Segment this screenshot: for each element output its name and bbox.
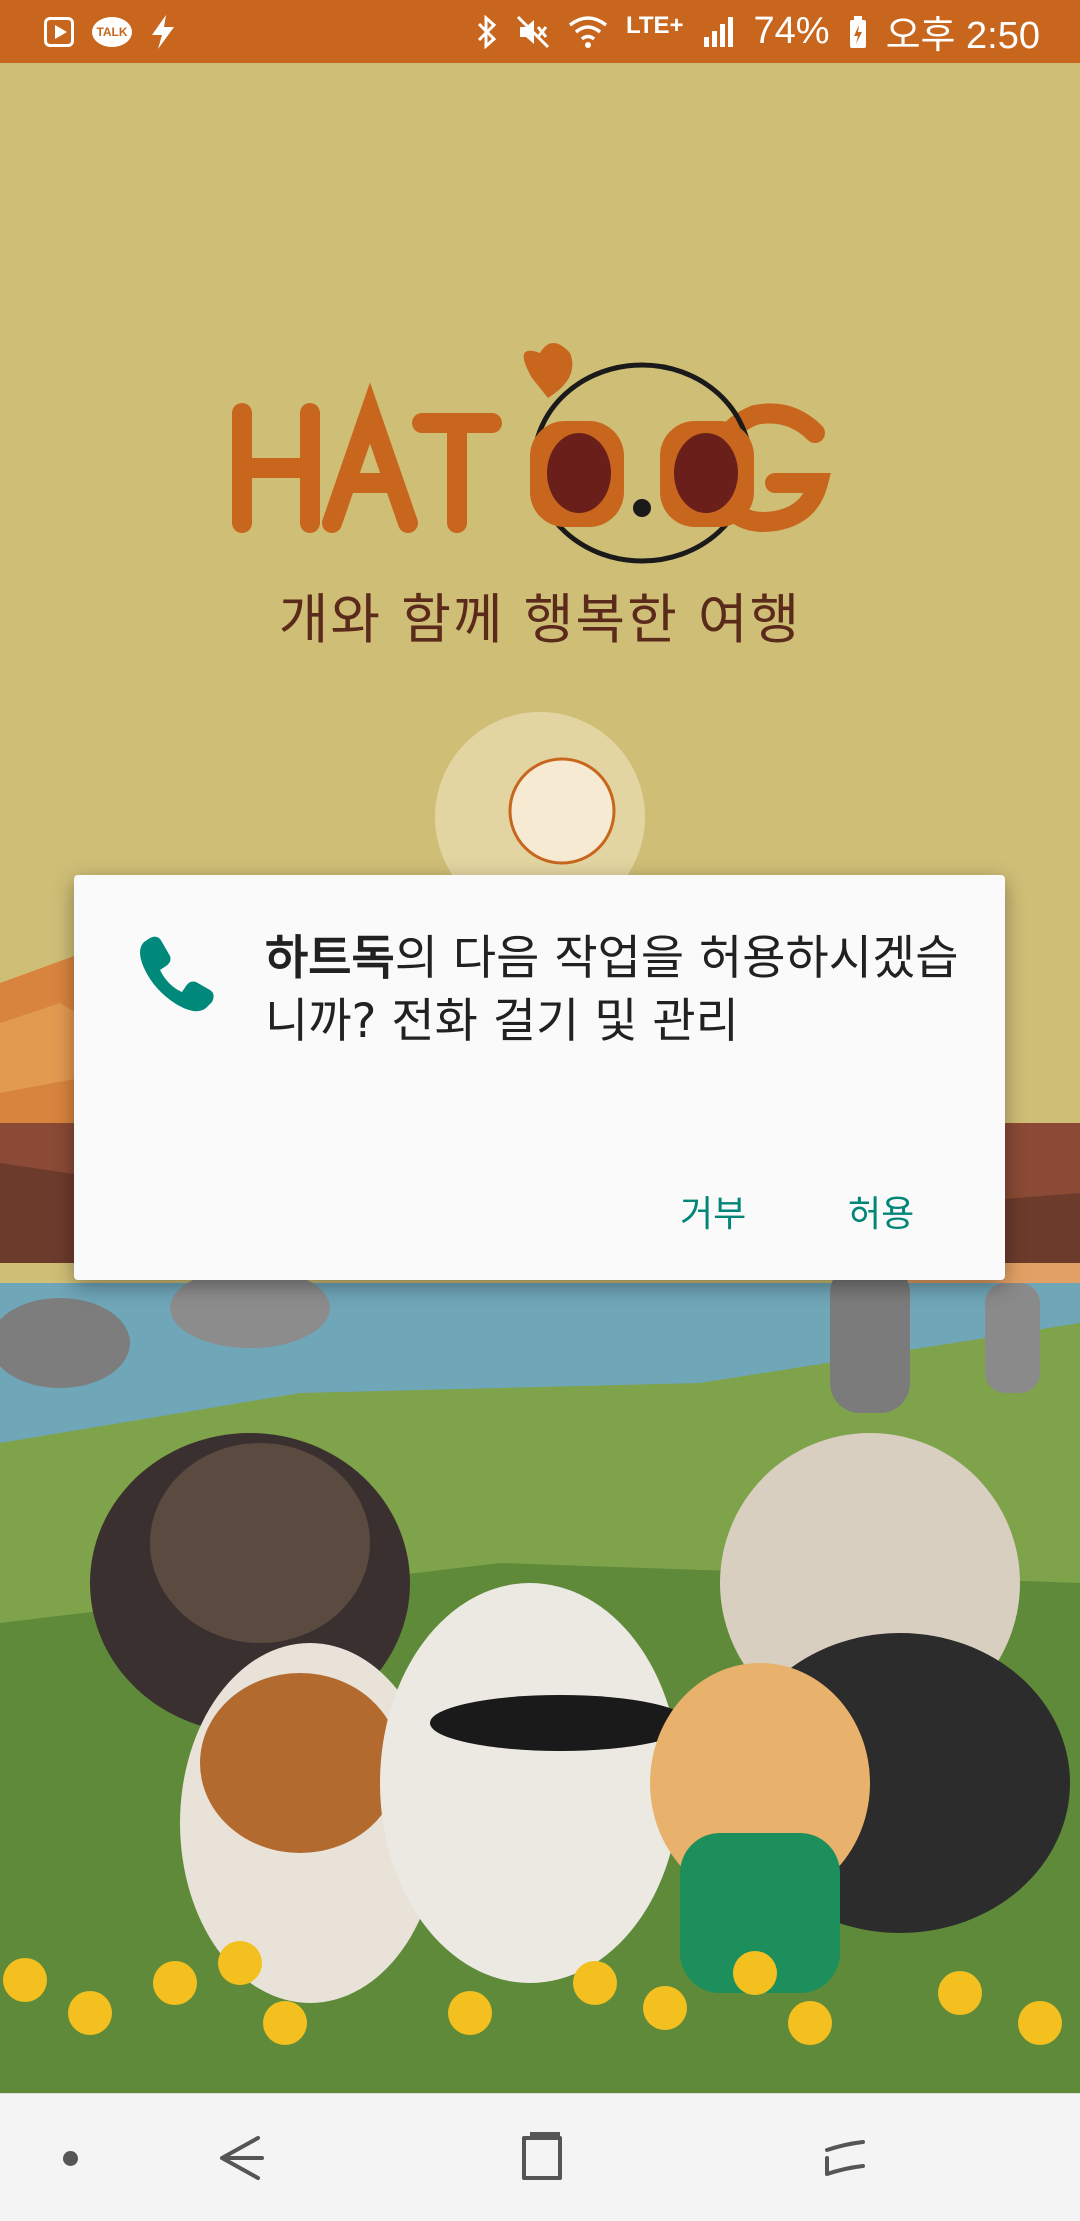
hatdog-logo bbox=[232, 343, 831, 564]
dot-icon[interactable] bbox=[63, 2151, 78, 2166]
app-name: 하트독 bbox=[265, 931, 395, 986]
deny-button[interactable]: 거부 bbox=[664, 1175, 762, 1255]
mute-icon bbox=[516, 15, 550, 49]
heart-icon bbox=[523, 343, 573, 398]
phone-icon bbox=[140, 936, 214, 1012]
battery-icon bbox=[848, 15, 868, 49]
battery-percent: 74% bbox=[753, 10, 830, 52]
status-right: LTE+ 74% 오후 2:50 bbox=[476, 4, 1040, 59]
wifi-icon bbox=[568, 15, 608, 49]
app-tagline: 개와 함께 행복한 여행 bbox=[278, 588, 802, 651]
permission-dialog: 하트독의 다음 작업을 허용하시겠습니까? 전화 걸기 및 관리 거부 허용 bbox=[74, 875, 1005, 1280]
status-left: TALK bbox=[44, 14, 176, 49]
bluetooth-icon bbox=[476, 14, 498, 49]
navigation-bar bbox=[0, 2093, 1080, 2221]
youtube-icon bbox=[44, 16, 74, 47]
status-bar: TALK LTE+ 74% 오후 2:50 bbox=[0, 0, 1080, 63]
clock: 오후 2:50 bbox=[885, 15, 1040, 57]
permission-message: 하트독의 다음 작업을 허용하시겠습니까? 전화 걸기 및 관리 bbox=[265, 927, 965, 1053]
home-icon[interactable] bbox=[512, 2130, 572, 2186]
kakaotalk-icon: TALK bbox=[92, 16, 132, 47]
back-icon[interactable] bbox=[210, 2130, 270, 2186]
signal-icon bbox=[702, 15, 736, 49]
lte-icon: LTE+ bbox=[625, 11, 684, 39]
recents-icon[interactable] bbox=[815, 2130, 875, 2186]
lightning-icon bbox=[150, 14, 176, 49]
allow-button[interactable]: 허용 bbox=[832, 1175, 930, 1255]
